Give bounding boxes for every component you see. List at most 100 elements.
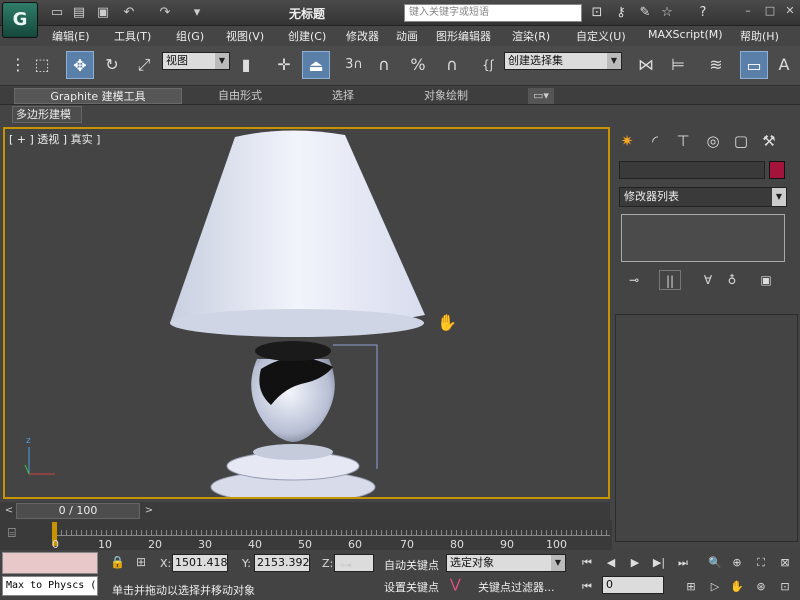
menu-animation[interactable]: 动画 (396, 28, 418, 44)
graphite-toggle-icon[interactable]: ▭ (740, 51, 768, 79)
binoculars-icon[interactable]: ⊡ (588, 4, 606, 22)
tab-freeform[interactable]: 自由形式 (218, 88, 262, 104)
time-slider-thumb[interactable]: 0 / 100 (16, 503, 140, 519)
modifier-list-select[interactable]: 修改器列表 ▼ (619, 187, 787, 207)
reference-coordinate-select[interactable]: 视图 ▼ (162, 52, 230, 70)
object-name-field[interactable] (619, 161, 765, 179)
tab-selection[interactable]: 选择 (332, 88, 354, 104)
x-coord-field[interactable]: 1501.418cı (172, 554, 228, 572)
menu-edit[interactable]: 编辑(E) (52, 28, 90, 44)
maximize-icon[interactable]: □ (762, 3, 778, 19)
menu-tools[interactable]: 工具(T) (114, 28, 151, 44)
open-file-icon[interactable]: ▤ (70, 4, 88, 22)
help-icon[interactable]: ? (694, 4, 712, 22)
communication-center-icon[interactable]: ✎ (636, 4, 654, 22)
remove-modifier-icon[interactable]: ♁ (721, 270, 743, 290)
auto-key-button[interactable]: 自动关键点 (384, 557, 439, 573)
save-icon[interactable]: ▣ (94, 4, 112, 22)
prev-frame-icon[interactable]: ◀ (602, 554, 620, 572)
next-frame-icon[interactable]: ▶| (650, 554, 668, 572)
configure-modifier-sets-icon[interactable]: ▣ (755, 270, 777, 290)
menu-modifiers[interactable]: 修改器 (346, 28, 379, 44)
perspective-viewport[interactable]: [ + ] 透视 ] 真实 ] z ✋ (3, 127, 610, 499)
select-object-icon[interactable]: ⬚ (28, 51, 56, 79)
goto-start-icon[interactable]: ⏮ (578, 554, 596, 572)
display-tab-icon[interactable]: ▢ (729, 129, 753, 153)
mirror-icon[interactable]: ⋈ (632, 51, 660, 79)
menu-create[interactable]: 创建(C) (288, 28, 326, 44)
set-key-icon[interactable]: ⋁ (450, 577, 461, 592)
goto-end-icon[interactable]: ⏭ (674, 554, 692, 572)
menu-customize[interactable]: 自定义(U) (576, 28, 626, 44)
zoom-all-icon[interactable]: ⊕ (728, 554, 746, 572)
pan-view-icon[interactable]: ✋ (728, 578, 746, 596)
close-icon[interactable]: ✕ (782, 3, 798, 19)
tab-object-paint[interactable]: 对象绘制 (424, 88, 468, 104)
create-tab-icon[interactable]: ✷ (615, 129, 639, 153)
tab-polygon-modeling[interactable]: 多边形建模 (12, 106, 82, 123)
lock-selection-icon[interactable]: 🔒 (110, 555, 125, 569)
set-key-button[interactable]: 设置关键点 (384, 579, 439, 595)
favorites-star-icon[interactable]: ☆ (658, 4, 676, 22)
key-mode-toggle-icon[interactable]: ⏮ (578, 578, 596, 596)
key-filters-button[interactable]: 关键点过滤器... (478, 579, 555, 595)
pin-stack-icon[interactable]: ⊸ (623, 270, 645, 290)
track-bar[interactable]: ⌸ 0 10 20 30 40 50 60 70 80 90 100 (0, 520, 612, 551)
modifier-stack[interactable] (621, 214, 785, 262)
layer-manager-icon[interactable]: ≋ (702, 51, 730, 79)
snaps-toggle-icon[interactable]: 3∩ (340, 51, 368, 79)
zoom-extents-all-icon[interactable]: ⊠ (776, 554, 794, 572)
time-slider-next[interactable]: > (142, 503, 156, 519)
angle-snap-icon[interactable]: ∩ (370, 51, 398, 79)
time-slider[interactable]: < 0 / 100 > (0, 502, 610, 520)
key-icon[interactable]: ⊶ (340, 558, 352, 572)
menu-help[interactable]: 帮助(H) (740, 28, 779, 44)
percent-snap-icon[interactable]: % (404, 51, 432, 79)
orbit-icon[interactable]: ⊛ (752, 578, 770, 596)
menu-rendering[interactable]: 渲染(R) (512, 28, 550, 44)
object-color-swatch[interactable] (769, 161, 785, 179)
quick-access-dropdown-icon[interactable]: ▾ (188, 4, 206, 22)
keyboard-shortcut-override-icon[interactable]: ⏏ (302, 51, 330, 79)
curve-editor-mini-icon[interactable]: ⌸ (8, 526, 16, 541)
field-of-view-icon[interactable]: ▷ (706, 578, 724, 596)
menu-graph-editors[interactable]: 图形编辑器 (436, 28, 491, 44)
pivot-center-icon[interactable]: ▮ (232, 51, 260, 79)
maximize-viewport-icon[interactable]: ⊡ (776, 578, 794, 596)
search-input[interactable]: 键入关键字或短语 (404, 4, 582, 22)
select-and-move-icon[interactable]: ✥ (66, 51, 94, 79)
absolute-mode-icon[interactable]: ⊞ (136, 555, 146, 569)
y-coord-field[interactable]: 2153.392cı (254, 554, 310, 572)
utilities-tab-icon[interactable]: ⚒ (757, 129, 781, 153)
select-manipulate-icon[interactable]: ✛ (270, 51, 298, 79)
zoom-icon[interactable]: 🔍 (706, 554, 724, 572)
spinner-snap-icon[interactable]: ∩ (438, 51, 466, 79)
select-and-rotate-icon[interactable]: ↻ (98, 51, 126, 79)
align-icon[interactable]: ⊨ (664, 51, 692, 79)
undo-icon[interactable]: ↶ (120, 4, 138, 22)
new-file-icon[interactable]: ▭ (48, 4, 66, 22)
app-logo-button[interactable]: G (2, 2, 38, 38)
track-ruler[interactable] (56, 524, 610, 536)
menu-view[interactable]: 视图(V) (226, 28, 264, 44)
select-and-scale-icon[interactable]: ⤢ (130, 51, 158, 79)
hierarchy-tab-icon[interactable]: ⊤ (671, 129, 695, 153)
named-selection-set-select[interactable]: 创建选择集 ▼ (504, 52, 622, 70)
maxscript-mini-listener[interactable]: Max to Physcs ( (2, 576, 98, 596)
schematic-view-icon[interactable]: A (770, 51, 798, 79)
ribbon-options-icon[interactable]: ▭▾ (528, 88, 554, 104)
menu-maxscript[interactable]: MAXScript(M) (648, 28, 723, 41)
current-frame-field[interactable]: 0 (602, 576, 664, 594)
menu-group[interactable]: 组(G) (176, 28, 204, 44)
key-icon[interactable]: ⚷ (612, 4, 630, 22)
key-mode-select[interactable]: 选定对象 ▼ (446, 554, 566, 572)
make-unique-icon[interactable]: ∀ (697, 270, 719, 290)
motion-tab-icon[interactable]: ◎ (701, 129, 725, 153)
show-end-result-icon[interactable]: || (659, 270, 681, 290)
play-icon[interactable]: ▶ (626, 554, 644, 572)
tab-graphite-modeling[interactable]: Graphite 建模工具 (14, 88, 182, 104)
redo-icon[interactable]: ↷ (156, 4, 174, 22)
time-configuration-icon[interactable]: ⊞ (682, 578, 700, 596)
time-slider-prev[interactable]: < (2, 503, 16, 519)
edit-named-selection-icon[interactable]: {ʃ (474, 51, 502, 79)
